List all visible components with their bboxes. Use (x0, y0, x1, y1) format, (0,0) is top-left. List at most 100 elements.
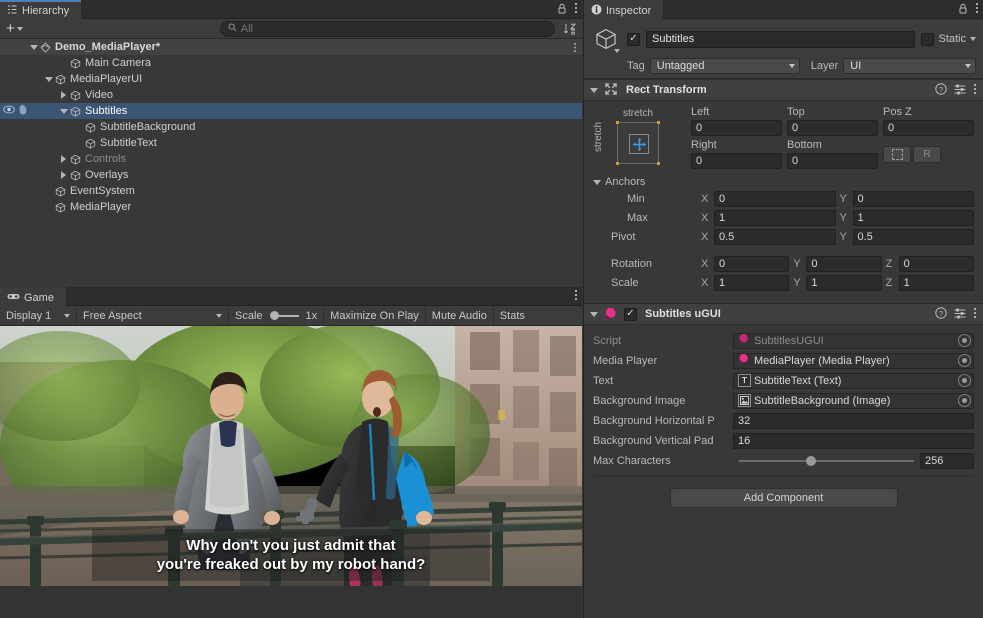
hierarchy-item-mediaplayerui[interactable]: MediaPlayerUI (0, 71, 582, 87)
foldout-collapsed-icon[interactable] (58, 91, 69, 99)
static-toggle[interactable]: ✓ Static (921, 32, 976, 46)
hierarchy-item-controls[interactable]: Controls (0, 151, 582, 167)
hierarchy-search-input[interactable]: All (219, 20, 555, 37)
kebab-menu-icon[interactable] (573, 39, 577, 55)
lock-icon[interactable] (958, 3, 968, 17)
add-component-button[interactable]: Add Component (669, 488, 898, 508)
tag-dropdown[interactable]: Untagged (649, 58, 800, 74)
rotation-x-input[interactable]: 0 (714, 256, 790, 272)
chevron-down-icon[interactable] (970, 37, 976, 41)
hierarchy-item-eventsystem[interactable]: EventSystem (0, 183, 582, 199)
sort-alphabetical-icon[interactable] (561, 21, 579, 37)
script-object-field[interactable]: SubtitlesUGUI (733, 332, 974, 349)
hierarchy-item-gutter (0, 39, 28, 55)
scale-x-input[interactable]: 1 (714, 275, 790, 291)
rotation-y-value: 0 (811, 258, 818, 270)
anchor-max-y-input[interactable]: 1 (852, 210, 974, 226)
foldout-expanded-icon[interactable] (28, 44, 39, 50)
hierarchy-item-main-camera[interactable]: Main Camera (0, 55, 582, 71)
anchor-preset-top-label: stretch (623, 108, 654, 119)
bottom-input[interactable]: 0 (787, 153, 878, 169)
display-dropdown[interactable]: Display 1 (0, 306, 77, 325)
subtitles-ugui-header[interactable]: ✓ Subtitles uGUI ? (584, 303, 983, 325)
text-object-field[interactable]: T SubtitleText (Text) (733, 372, 974, 389)
preset-icon[interactable] (954, 83, 966, 98)
pivot-y-input[interactable]: 0.5 (852, 229, 974, 245)
scale-y-input[interactable]: 1 (806, 275, 882, 291)
hierarchy-item-mediaplayer[interactable]: MediaPlayer (0, 199, 582, 215)
aspect-dropdown[interactable]: Free Aspect (77, 306, 229, 325)
hierarchy-item-subtitles[interactable]: Subtitles (0, 103, 582, 119)
top-input[interactable]: 0 (787, 120, 878, 136)
scale-slider-group[interactable]: Scale 1x (229, 306, 325, 325)
foldout-collapsed-icon[interactable] (58, 155, 69, 163)
anchor-min-x-input[interactable]: 0 (714, 191, 836, 207)
anchor-min-y-input[interactable]: 0 (852, 191, 974, 207)
eye-icon[interactable] (3, 105, 15, 117)
media-player-object-field[interactable]: MediaPlayer (Media Player) (733, 352, 974, 369)
pivot-x-input[interactable]: 0.5 (714, 229, 836, 245)
background-horizontal-padding-input[interactable]: 32 (733, 412, 974, 429)
maximize-on-play-toggle[interactable]: Maximize On Play (324, 306, 426, 325)
subtitles-ugui-enabled-checkbox[interactable]: ✓ (624, 307, 637, 321)
tab-hierarchy[interactable]: Hierarchy (0, 0, 82, 19)
rect-transform-title: Rect Transform (626, 84, 707, 96)
rect-transform-header[interactable]: Rect Transform ? (584, 79, 983, 101)
hierarchy-item-demo-mediaplayer[interactable]: Demo_MediaPlayer* (0, 39, 582, 55)
max-characters-slider-knob[interactable] (805, 455, 816, 466)
hierarchy-item-video[interactable]: Video (0, 87, 582, 103)
tab-game[interactable]: Game (0, 287, 66, 306)
anchor-preset-widget[interactable]: stretch stretch (593, 106, 691, 172)
layer-dropdown[interactable]: UI (843, 58, 976, 74)
kebab-menu-icon[interactable] (574, 2, 578, 17)
rotation-y-input[interactable]: 0 (806, 256, 882, 272)
gameobject-active-checkbox[interactable]: ✓ (627, 32, 640, 46)
scale-slider-knob[interactable] (269, 311, 279, 320)
kebab-menu-icon[interactable] (975, 2, 979, 17)
gameobject-name-input[interactable]: Subtitles (646, 30, 916, 48)
help-icon[interactable]: ? (935, 306, 947, 322)
posz-input[interactable]: 0 (883, 120, 974, 136)
max-characters-input[interactable]: 256 (920, 452, 974, 469)
kebab-menu-icon[interactable] (574, 289, 578, 304)
right-input[interactable]: 0 (691, 153, 782, 169)
foldout-arrow-icon[interactable] (590, 87, 598, 93)
object-picker-icon[interactable] (958, 354, 971, 367)
background-image-object-field[interactable]: SubtitleBackground (Image) (733, 392, 974, 409)
game-view-render[interactable]: Why don't you just admit that you're fre… (0, 326, 582, 586)
max-characters-slider[interactable] (733, 452, 920, 469)
anchors-foldout[interactable]: Anchors (593, 176, 974, 188)
scale-z-input[interactable]: 1 (898, 275, 974, 291)
object-picker-icon[interactable] (958, 394, 971, 407)
pointer-hand-icon[interactable] (17, 104, 28, 118)
blueprint-mode-button[interactable] (883, 145, 911, 163)
kebab-menu-icon[interactable] (973, 307, 977, 322)
object-picker-icon[interactable] (958, 334, 971, 347)
left-input[interactable]: 0 (691, 120, 782, 136)
foldout-collapsed-icon[interactable] (58, 171, 69, 179)
hierarchy-tree[interactable]: Demo_MediaPlayer* Main Camera MediaPlayerU… (0, 39, 582, 287)
hierarchy-item-overlays[interactable]: Overlays (0, 167, 582, 183)
help-icon[interactable]: ? (935, 82, 947, 98)
foldout-arrow-icon[interactable] (590, 311, 598, 317)
static-checkbox[interactable]: ✓ (921, 32, 935, 46)
mute-audio-toggle[interactable]: Mute Audio (426, 306, 494, 325)
hierarchy-item-subtitlebackground[interactable]: SubtitleBackground (0, 119, 582, 135)
stats-toggle[interactable]: Stats (494, 306, 531, 325)
foldout-expanded-icon[interactable] (58, 108, 69, 114)
object-picker-icon[interactable] (958, 374, 971, 387)
lock-icon[interactable] (557, 3, 567, 17)
scale-slider[interactable] (269, 311, 299, 320)
kebab-menu-icon[interactable] (973, 83, 977, 98)
tab-inspector[interactable]: Inspector (584, 0, 664, 19)
foldout-expanded-icon[interactable] (43, 76, 54, 82)
hierarchy-item-subtitletext[interactable]: SubtitleText (0, 135, 582, 151)
preset-icon[interactable] (954, 307, 966, 322)
create-gameobject-button[interactable]: + (3, 21, 26, 37)
background-vertical-padding-input[interactable]: 16 (733, 432, 974, 449)
anchor-max-x-input[interactable]: 1 (714, 210, 836, 226)
anchor-preset-box[interactable] (616, 121, 660, 165)
raw-edit-mode-button[interactable]: R (913, 145, 941, 163)
rotation-z-input[interactable]: 0 (898, 256, 974, 272)
gameobject-icon[interactable] (591, 24, 621, 54)
